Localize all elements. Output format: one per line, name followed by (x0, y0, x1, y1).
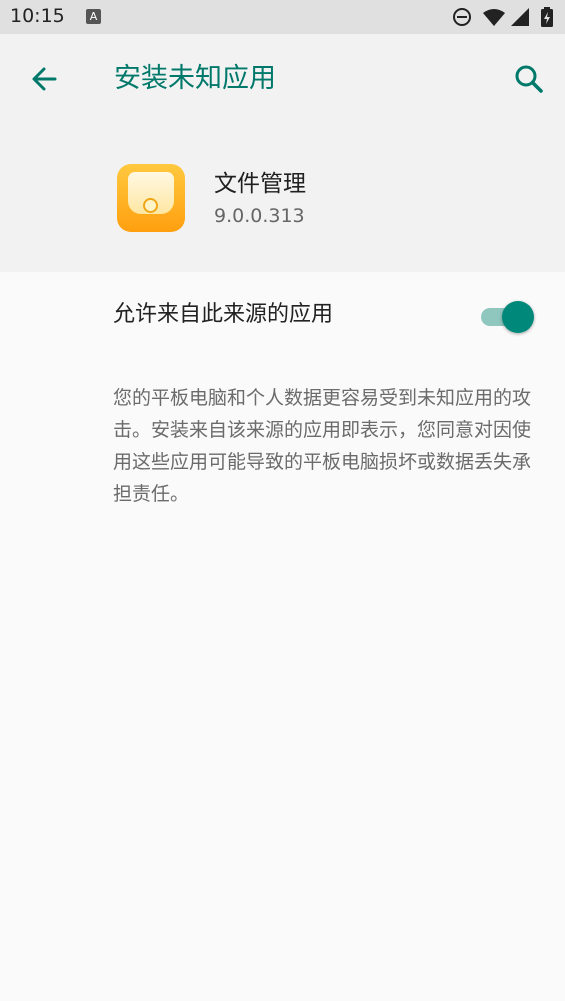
folder-icon (117, 164, 185, 232)
do-not-disturb-icon (453, 8, 471, 26)
allow-unknown-sources-toggle[interactable] (481, 299, 535, 333)
wifi-icon (483, 9, 505, 26)
toggle-thumb (502, 301, 534, 333)
signal-icon (511, 8, 529, 26)
setting-label: 允许来自此来源的应用 (113, 302, 334, 327)
arrow-back-icon (32, 67, 57, 91)
app-version: 9.0.0.313 (214, 205, 305, 227)
search-button[interactable] (508, 58, 550, 100)
page-title: 安装未知应用 (114, 63, 276, 94)
warning-description: 您的平板电脑和个人数据更容易受到未知应用的攻击。安装来自该来源的应用即表示，您同… (113, 387, 532, 505)
allow-unknown-sources-row[interactable]: 允许来自此来源的应用 (0, 272, 565, 358)
status-bar: 10:15 A (0, 0, 565, 34)
notification-app-badge: A (86, 9, 101, 24)
back-button[interactable] (24, 58, 66, 100)
status-time: 10:15 (10, 5, 65, 27)
search-icon (515, 65, 543, 93)
app-bar: 安装未知应用 (0, 34, 565, 124)
app-name: 文件管理 (214, 171, 306, 197)
battery-charging-icon (541, 7, 553, 27)
app-header: 文件管理 9.0.0.313 (0, 124, 565, 272)
